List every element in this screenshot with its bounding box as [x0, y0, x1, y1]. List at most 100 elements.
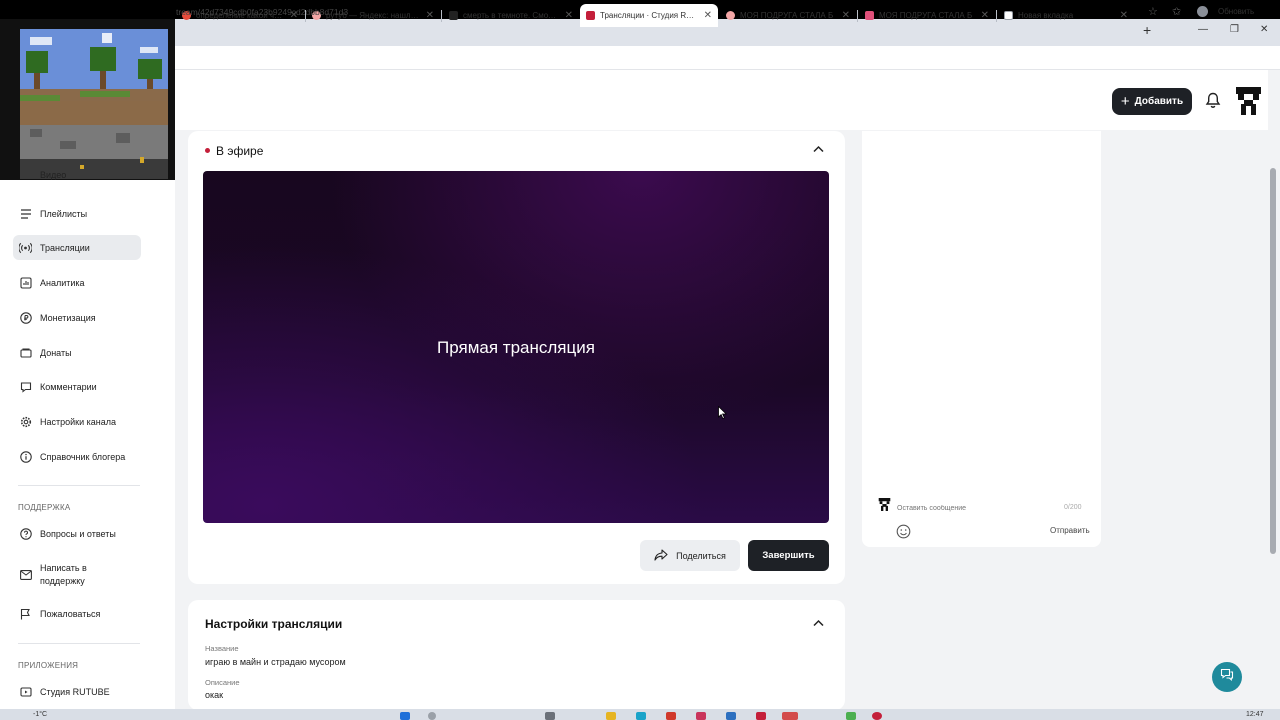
- chevron-up-icon[interactable]: [813, 144, 824, 156]
- favorites-icon[interactable]: ✩: [1172, 5, 1181, 18]
- tab-close-icon[interactable]: ✕: [1120, 10, 1128, 21]
- app-icon[interactable]: [726, 712, 736, 720]
- app-icon[interactable]: [756, 712, 766, 720]
- sidebar-item-label: Монетизация: [40, 312, 96, 323]
- sidebar-item-analytics[interactable]: Аналитика: [13, 270, 141, 295]
- browser-tab[interactable]: МОЯ ПОДРУГА СТАЛА Б ✕: [859, 4, 995, 27]
- mail-icon: [19, 568, 32, 581]
- settings-title: Настройки трансляции: [205, 617, 343, 631]
- sidebar-item-playlists[interactable]: Плейлисты: [13, 201, 141, 226]
- player-placeholder-text: Прямая трансляция: [437, 338, 595, 357]
- sidebar-item-label: Вопросы и ответы: [40, 528, 116, 539]
- share-label: Поделиться: [676, 550, 726, 561]
- start-menu-icon[interactable]: [400, 712, 410, 720]
- sidebar-item-channel-settings[interactable]: Настройки канала: [13, 409, 141, 434]
- emoji-icon[interactable]: [896, 524, 911, 544]
- sidebar-divider: [18, 643, 140, 644]
- question-icon: [19, 527, 32, 540]
- tab-close-icon[interactable]: ✕: [842, 10, 850, 21]
- tab-favicon-icon: [726, 11, 735, 20]
- tab-title: Новая вкладка: [1018, 11, 1074, 20]
- chat-panel: [862, 131, 1101, 547]
- restore-icon[interactable]: ❐: [1230, 24, 1239, 35]
- taskview-icon[interactable]: [545, 712, 555, 720]
- chat-user-avatar: [878, 498, 891, 511]
- help-chat-button[interactable]: [1212, 662, 1242, 692]
- tab-separator: [441, 10, 442, 22]
- live-card-title: В эфире: [216, 144, 264, 158]
- chat-char-counter: 0/200: [1064, 504, 1082, 511]
- browser-profile-icon[interactable]: [1197, 6, 1208, 17]
- browser-tab[interactable]: МОЯ ПОДРУГА СТАЛА Б ✕: [720, 4, 856, 27]
- tab-favicon-icon: [449, 11, 458, 20]
- file-explorer-icon[interactable]: [606, 712, 616, 720]
- sidebar-item-contact-support[interactable]: Написать в поддержку: [13, 560, 141, 588]
- video-player[interactable]: Прямая трансляция: [203, 171, 829, 523]
- tab-close-icon[interactable]: ✕: [565, 10, 573, 21]
- minimize-icon[interactable]: —: [1198, 24, 1208, 35]
- share-button[interactable]: Поделиться: [640, 540, 740, 571]
- plus-icon: +: [1120, 93, 1130, 110]
- chat-send-button[interactable]: Отправить: [1050, 526, 1090, 535]
- browser-tab-active[interactable]: Трансляции · Студия RUTUB ✕: [580, 4, 718, 27]
- sidebar-item-faq[interactable]: Вопросы и ответы: [13, 521, 141, 546]
- sidebar-item-label: Плейлисты: [40, 208, 88, 219]
- stream-name-value[interactable]: играю в майн и страдаю мусором: [205, 657, 346, 667]
- scrollbar-thumb[interactable]: [1270, 168, 1276, 554]
- window-close-icon[interactable]: ✕: [1260, 24, 1268, 35]
- browser-tab[interactable]: смерть в темноте. Смотрит ✕: [443, 4, 579, 27]
- browser-tab[interactable]: Новая вкладка ✕: [998, 4, 1134, 27]
- update-button[interactable]: Обновить: [1218, 7, 1254, 16]
- sidebar-item-blogger-guide[interactable]: Справочник блогера: [13, 444, 141, 469]
- add-button[interactable]: + Добавить: [1112, 88, 1192, 115]
- system-clock: 12:47: [1246, 711, 1264, 718]
- bookmark-star-icon[interactable]: ☆: [1148, 5, 1158, 18]
- tab-title: Трансляции · Студия RUTUB: [600, 11, 698, 20]
- broadcast-icon: [19, 241, 32, 254]
- chat-message-input[interactable]: [897, 500, 1091, 516]
- tab-close-icon[interactable]: ✕: [981, 10, 989, 21]
- finish-stream-button[interactable]: Завершить: [748, 540, 829, 571]
- stream-description-value[interactable]: окак: [205, 690, 223, 700]
- tab-close-icon[interactable]: ✕: [426, 10, 434, 21]
- info-icon: [19, 450, 32, 463]
- tab-separator: [996, 10, 997, 22]
- sidebar-divider: [18, 485, 140, 486]
- sidebar-section-apps: ПРИЛОЖЕНИЯ: [18, 661, 79, 670]
- bell-icon[interactable]: [1205, 92, 1221, 114]
- app-icon[interactable]: [696, 712, 706, 720]
- address-url[interactable]: tream/42d7349cdb0fa23b9249cd2dbb8d71d3: [176, 7, 348, 17]
- sidebar-item-monetization[interactable]: Монетизация: [13, 305, 141, 330]
- sidebar-item-video[interactable]: Видео: [13, 166, 141, 184]
- sidebar-item-rutube-studio[interactable]: Студия RUTUBE: [13, 679, 141, 704]
- sidebar-item-broadcasts[interactable]: Трансляции: [13, 235, 141, 260]
- search-icon[interactable]: [428, 712, 436, 720]
- sidebar-item-label: Настройки канала: [40, 416, 117, 427]
- sidebar-item-comments[interactable]: Комментарии: [13, 374, 141, 399]
- sidebar-item-label: Видео: [40, 170, 67, 180]
- ruble-icon: [19, 311, 32, 324]
- tab-favicon-icon: [586, 11, 595, 20]
- playlist-icon: [19, 207, 32, 220]
- stream-description-label: Описание: [205, 678, 240, 687]
- address-bar[interactable]: [0, 46, 1280, 70]
- obs-icon[interactable]: [782, 712, 798, 720]
- sidebar-item-label: Пожаловаться: [40, 608, 101, 619]
- flag-icon: [19, 607, 32, 620]
- yandex-browser-icon[interactable]: [666, 712, 676, 720]
- sidebar-item-label: Справочник блогера: [40, 451, 126, 462]
- sidebar-item-report[interactable]: Пожаловаться: [13, 601, 141, 626]
- comment-icon: [19, 380, 32, 393]
- app-icon[interactable]: [846, 712, 856, 720]
- chevron-up-icon[interactable]: [813, 618, 824, 630]
- sidebar-item-donations[interactable]: Донаты: [13, 340, 141, 365]
- edge-browser-icon[interactable]: [636, 712, 646, 720]
- tab-title: МОЯ ПОДРУГА СТАЛА Б: [740, 11, 834, 20]
- user-avatar[interactable]: [1236, 87, 1261, 115]
- new-tab-icon[interactable]: +: [1143, 22, 1151, 38]
- sidebar-item-label: Донаты: [40, 347, 72, 358]
- app-icon[interactable]: [872, 712, 882, 720]
- studio-icon: [19, 685, 32, 698]
- tab-close-icon[interactable]: ✕: [704, 10, 712, 21]
- donate-icon: [19, 346, 32, 359]
